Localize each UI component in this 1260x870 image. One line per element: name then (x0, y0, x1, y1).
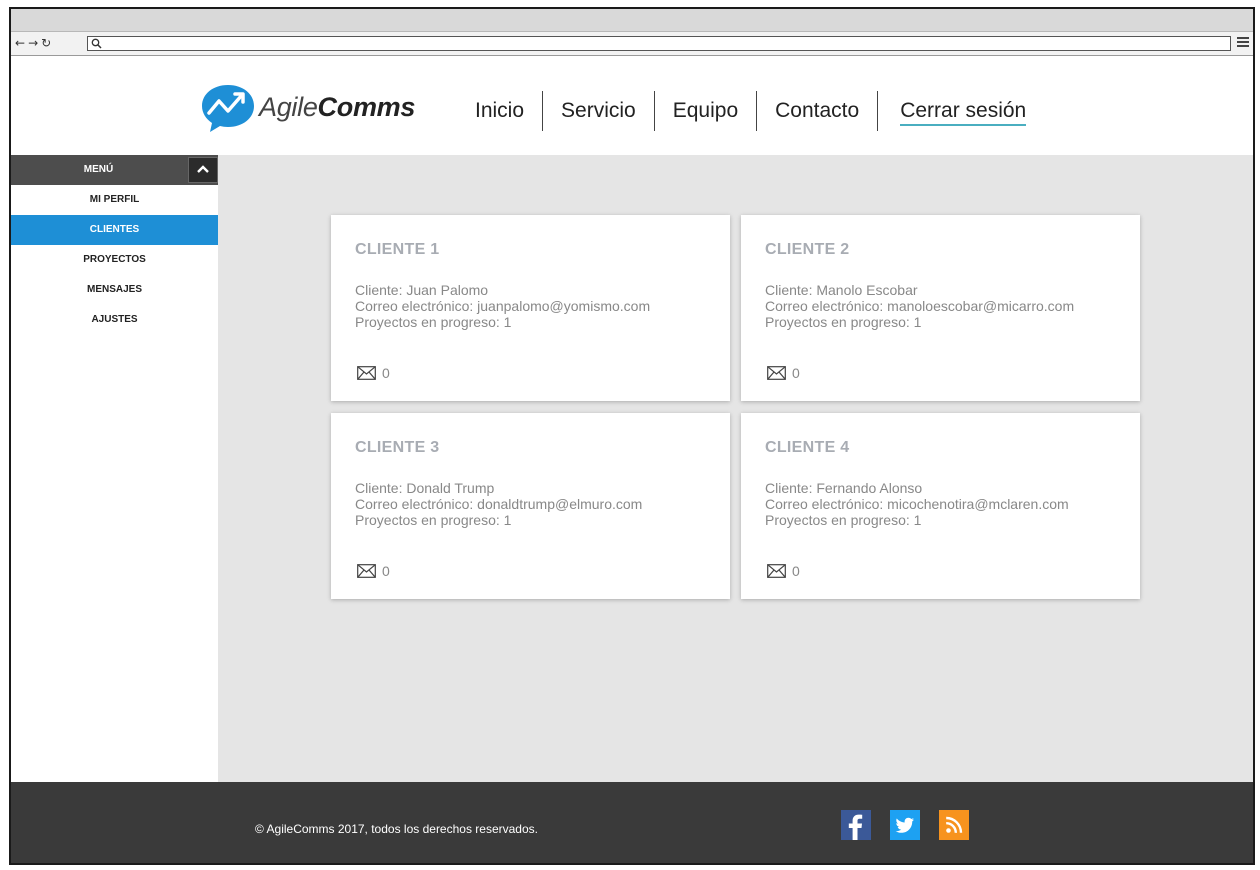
client-projects: Proyectos en progreso: 1 (765, 512, 922, 528)
client-email: Correo electrónico: donaldtrump@elmuro.c… (355, 496, 643, 512)
message-count: 0 (382, 563, 390, 579)
nav-item-contacto[interactable]: Contacto (757, 96, 877, 126)
client-messages[interactable]: 0 (357, 563, 390, 579)
envelope-icon (357, 564, 376, 578)
nav-item-servicio[interactable]: Servicio (543, 96, 654, 126)
client-card-info: Cliente: Fernando Alonso Correo electrón… (765, 480, 1069, 528)
client-messages[interactable]: 0 (767, 563, 800, 579)
client-card-title: CLIENTE 3 (355, 439, 440, 456)
client-card[interactable]: CLIENTE 1 Cliente: Juan Palomo Correo el… (331, 215, 730, 401)
message-count: 0 (382, 365, 390, 381)
brand-name: AgileComms (259, 92, 415, 123)
client-card[interactable]: CLIENTE 3 Cliente: Donald Trump Correo e… (331, 413, 730, 599)
top-navigation: Inicio Servicio Equipo Contacto Cerrar s… (457, 91, 1027, 131)
client-name: Cliente: Fernando Alonso (765, 480, 923, 496)
client-messages[interactable]: 0 (357, 365, 390, 381)
client-card[interactable]: CLIENTE 2 Cliente: Manolo Escobar Correo… (741, 215, 1140, 401)
nav-item-inicio[interactable]: Inicio (457, 96, 542, 126)
message-count: 0 (792, 563, 800, 579)
forward-arrow-icon[interactable]: → (28, 36, 39, 50)
client-card[interactable]: CLIENTE 4 Cliente: Fernando Alonso Corre… (741, 413, 1140, 599)
sidebar-item-mensajes[interactable]: MENSAJES (11, 275, 218, 305)
sidebar: MENÚ MI PERFIL CLIENTES PROYECTOS MENSAJ… (11, 155, 218, 782)
sidebar-menu-header: MENÚ (11, 155, 218, 185)
copyright-text: © AgileComms 2017, todos los derechos re… (255, 822, 538, 836)
browser-nav-buttons: ← → ↻ (15, 36, 54, 50)
client-messages[interactable]: 0 (767, 365, 800, 381)
client-card-info: Cliente: Juan Palomo Correo electrónico:… (355, 282, 650, 330)
browser-toolbar: ← → ↻ (11, 32, 1253, 56)
sidebar-item-clientes[interactable]: CLIENTES (11, 215, 218, 245)
client-card-title: CLIENTE 1 (355, 241, 440, 258)
site-header: AgileComms Inicio Servicio Equipo Contac… (11, 57, 1253, 155)
address-bar[interactable] (87, 36, 1231, 51)
sidebar-item-ajustes[interactable]: AJUSTES (11, 305, 218, 335)
facebook-icon[interactable] (841, 810, 871, 840)
client-email: Correo electrónico: manoloescobar@micarr… (765, 298, 1075, 314)
client-card-info: Cliente: Donald Trump Correo electrónico… (355, 480, 642, 528)
sidebar-item-proyectos[interactable]: PROYECTOS (11, 245, 218, 275)
message-count: 0 (792, 365, 800, 381)
brand-name-light: Agile (259, 91, 318, 122)
main-content: MENÚ MI PERFIL CLIENTES PROYECTOS MENSAJ… (11, 155, 1253, 782)
browser-title-bar (11, 9, 1253, 32)
nav-divider (877, 91, 879, 131)
browser-window: ← → ↻ AgileComms Inicio Servicio Equipo Co… (9, 7, 1255, 865)
client-projects: Proyectos en progreso: 1 (355, 512, 512, 528)
browser-menu-icon[interactable] (1237, 37, 1249, 49)
client-name: Cliente: Manolo Escobar (765, 282, 918, 298)
rss-icon[interactable] (939, 810, 969, 840)
client-name: Cliente: Donald Trump (355, 480, 495, 496)
social-links (841, 810, 988, 840)
twitter-icon[interactable] (890, 810, 920, 840)
nav-item-equipo[interactable]: Equipo (655, 96, 756, 126)
client-email: Correo electrónico: juanpalomo@yomismo.c… (355, 298, 651, 314)
envelope-icon (767, 564, 786, 578)
envelope-icon (357, 366, 376, 380)
sidebar-item-mi-perfil[interactable]: MI PERFIL (11, 185, 218, 215)
sidebar-menu-title: MENÚ (83, 164, 114, 175)
client-card-title: CLIENTE 4 (765, 439, 850, 456)
client-projects: Proyectos en progreso: 1 (765, 314, 922, 330)
client-card-info: Cliente: Manolo Escobar Correo electróni… (765, 282, 1074, 330)
logo[interactable]: AgileComms (199, 81, 415, 133)
chevron-up-icon (197, 165, 209, 173)
client-projects: Proyectos en progreso: 1 (355, 314, 512, 330)
brand-name-bold: Comms (317, 91, 416, 122)
back-arrow-icon[interactable]: ← (15, 36, 26, 50)
site-footer: © AgileComms 2017, todos los derechos re… (11, 782, 1253, 863)
envelope-icon (767, 366, 786, 380)
client-name: Cliente: Juan Palomo (355, 282, 489, 298)
logout-link[interactable]: Cerrar sesión (900, 98, 1027, 126)
search-icon (91, 38, 102, 49)
logo-bubble-icon (202, 85, 254, 132)
reload-icon[interactable]: ↻ (41, 36, 52, 50)
client-card-title: CLIENTE 2 (765, 241, 850, 258)
menu-collapse-button[interactable] (188, 157, 218, 183)
client-email: Correo electrónico: micochenotira@mclare… (765, 496, 1069, 512)
